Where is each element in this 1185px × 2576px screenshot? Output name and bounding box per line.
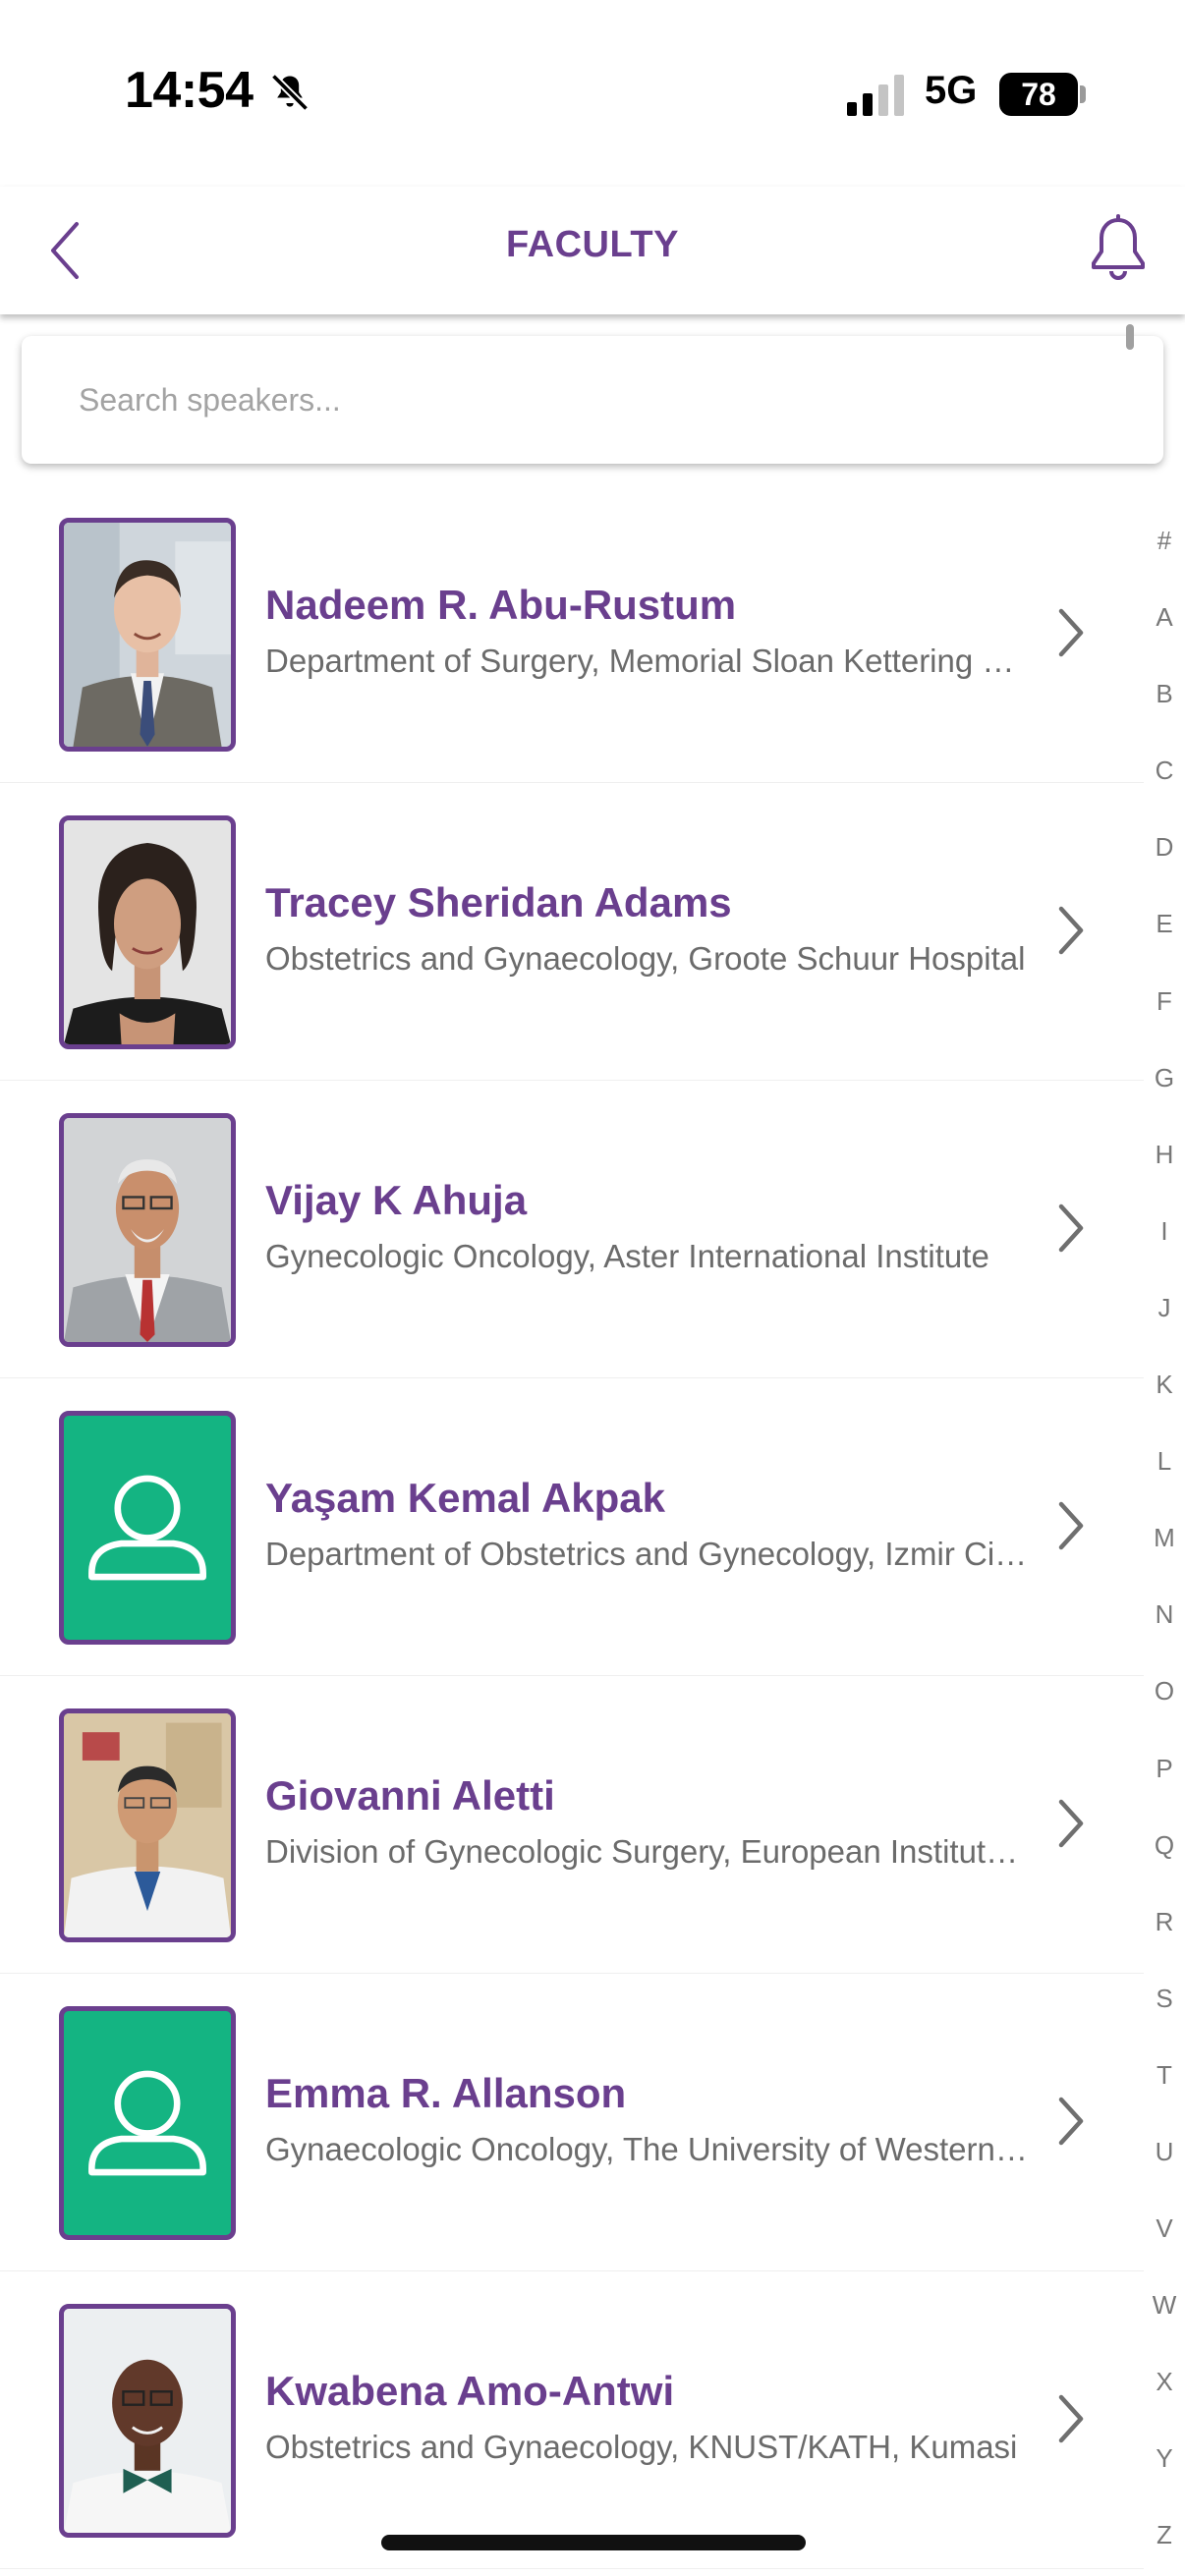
speaker-row[interactable]: Emma R. Allanson Gynaecologic Oncology, … <box>0 1974 1144 2271</box>
speaker-affiliation: Department of Surgery, Memorial Sloan Ke… <box>265 643 1032 679</box>
person-placeholder-icon <box>88 1475 206 1581</box>
speaker-row[interactable]: Kwabena Amo-Antwi Obstetrics and Gynaeco… <box>0 2271 1144 2569</box>
page-title: FACULTY <box>506 224 679 265</box>
speaker-photo <box>59 2006 236 2240</box>
speaker-photo <box>59 518 236 752</box>
index-letter-t[interactable]: T <box>1144 2049 1185 2126</box>
chevron-right-icon <box>1058 2394 1084 2443</box>
scrollbar-thumb[interactable] <box>1126 324 1134 350</box>
faculty-screen: 14:54 5G 78 FACULTY Search speakers... N… <box>0 0 1185 2576</box>
index-letter-p[interactable]: P <box>1144 1743 1185 1820</box>
status-time: 14:54 <box>125 62 254 119</box>
index-letter-r[interactable]: R <box>1144 1896 1185 1973</box>
speaker-name: Giovanni Aletti <box>265 1772 555 1819</box>
speaker-affiliation: Gynecologic Oncology, Aster Internationa… <box>265 1238 989 1274</box>
battery-cap <box>1080 85 1086 103</box>
index-letter-y[interactable]: Y <box>1144 2433 1185 2509</box>
index-letter-u[interactable]: U <box>1144 2126 1185 2203</box>
index-letter-n[interactable]: N <box>1144 1589 1185 1665</box>
index-letter-c[interactable]: C <box>1144 745 1185 821</box>
speaker-name: Tracey Sheridan Adams <box>265 879 732 925</box>
search-input[interactable] <box>79 336 1120 464</box>
index-letter-a[interactable]: A <box>1144 591 1185 668</box>
speaker-photo <box>59 1113 236 1347</box>
index-letter-q[interactable]: Q <box>1144 1820 1185 1896</box>
battery-icon: 78 <box>999 73 1078 116</box>
speaker-name: Kwabena Amo-Antwi <box>265 2368 675 2414</box>
index-letter-i[interactable]: I <box>1144 1205 1185 1282</box>
speaker-row[interactable]: Vijay K Ahuja Gynecologic Oncology, Aste… <box>0 1081 1144 1378</box>
index-letter-e[interactable]: E <box>1144 898 1185 975</box>
person-placeholder-icon <box>88 2070 206 2176</box>
speaker-row[interactable]: Yaşam Kemal Akpak Department of Obstetri… <box>0 1378 1144 1676</box>
speaker-name: Emma R. Allanson <box>265 2070 627 2116</box>
speaker-affiliation: Obstetrics and Gynaecology, Groote Schuu… <box>265 940 1026 977</box>
speaker-affiliation: Department of Obstetrics and Gynecology,… <box>265 1536 1032 1572</box>
speaker-photo <box>59 815 236 1049</box>
index-letter-d[interactable]: D <box>1144 821 1185 898</box>
index-letter-h[interactable]: H <box>1144 1129 1185 1205</box>
status-bar: 14:54 5G 78 <box>0 0 1185 187</box>
speaker-name: Yaşam Kemal Akpak <box>265 1475 666 1521</box>
chevron-right-icon <box>1058 2097 1084 2146</box>
index-letter-g[interactable]: G <box>1144 1052 1185 1129</box>
chevron-right-icon <box>1058 1204 1084 1253</box>
index-letter-hash[interactable]: # <box>1144 515 1185 591</box>
speaker-row[interactable]: Nadeem R. Abu-Rustum Department of Surge… <box>0 485 1144 783</box>
notifications-button[interactable] <box>1086 214 1151 283</box>
speaker-affiliation: Obstetrics and Gynaecology, KNUST/KATH, … <box>265 2429 1018 2465</box>
speaker-list: Nadeem R. Abu-Rustum Department of Surge… <box>0 485 1144 2569</box>
speaker-photo <box>59 1708 236 1942</box>
index-letter-o[interactable]: O <box>1144 1665 1185 1742</box>
chevron-right-icon <box>1058 906 1084 955</box>
speaker-name: Nadeem R. Abu-Rustum <box>265 582 737 628</box>
speaker-affiliation: Gynaecologic Oncology, The University of… <box>265 2131 1032 2167</box>
speaker-affiliation: Division of Gynecologic Surgery, Europea… <box>265 1833 1032 1870</box>
index-letter-f[interactable]: F <box>1144 976 1185 1052</box>
index-letter-j[interactable]: J <box>1144 1282 1185 1359</box>
speaker-row[interactable]: Giovanni Aletti Division of Gynecologic … <box>0 1676 1144 1974</box>
cellular-signal-icon <box>847 75 904 116</box>
bell-slash-icon <box>270 73 310 112</box>
index-letter-l[interactable]: L <box>1144 1435 1185 1512</box>
index-letter-z[interactable]: Z <box>1144 2509 1185 2576</box>
index-letter-s[interactable]: S <box>1144 1973 1185 2049</box>
index-letter-k[interactable]: K <box>1144 1359 1185 1435</box>
chevron-right-icon <box>1058 1799 1084 1848</box>
speaker-photo <box>59 1411 236 1645</box>
index-letter-w[interactable]: W <box>1144 2279 1185 2356</box>
search-box <box>22 336 1163 464</box>
nav-bar: FACULTY <box>0 187 1185 314</box>
chevron-right-icon <box>1058 608 1084 657</box>
bell-icon <box>1092 214 1145 280</box>
index-letter-b[interactable]: B <box>1144 668 1185 745</box>
index-letter-v[interactable]: V <box>1144 2203 1185 2279</box>
network-type: 5G <box>925 69 978 112</box>
index-letter-x[interactable]: X <box>1144 2356 1185 2433</box>
speaker-row[interactable]: Tracey Sheridan Adams Obstetrics and Gyn… <box>0 783 1144 1081</box>
speaker-name: Vijay K Ahuja <box>265 1177 528 1223</box>
chevron-right-icon <box>1058 1501 1084 1550</box>
speaker-photo <box>59 2304 236 2538</box>
alphabet-index: # A B C D E F G H I J K L M N O P Q R S … <box>1144 515 1185 2576</box>
home-indicator[interactable] <box>381 2535 806 2550</box>
index-letter-m[interactable]: M <box>1144 1512 1185 1589</box>
